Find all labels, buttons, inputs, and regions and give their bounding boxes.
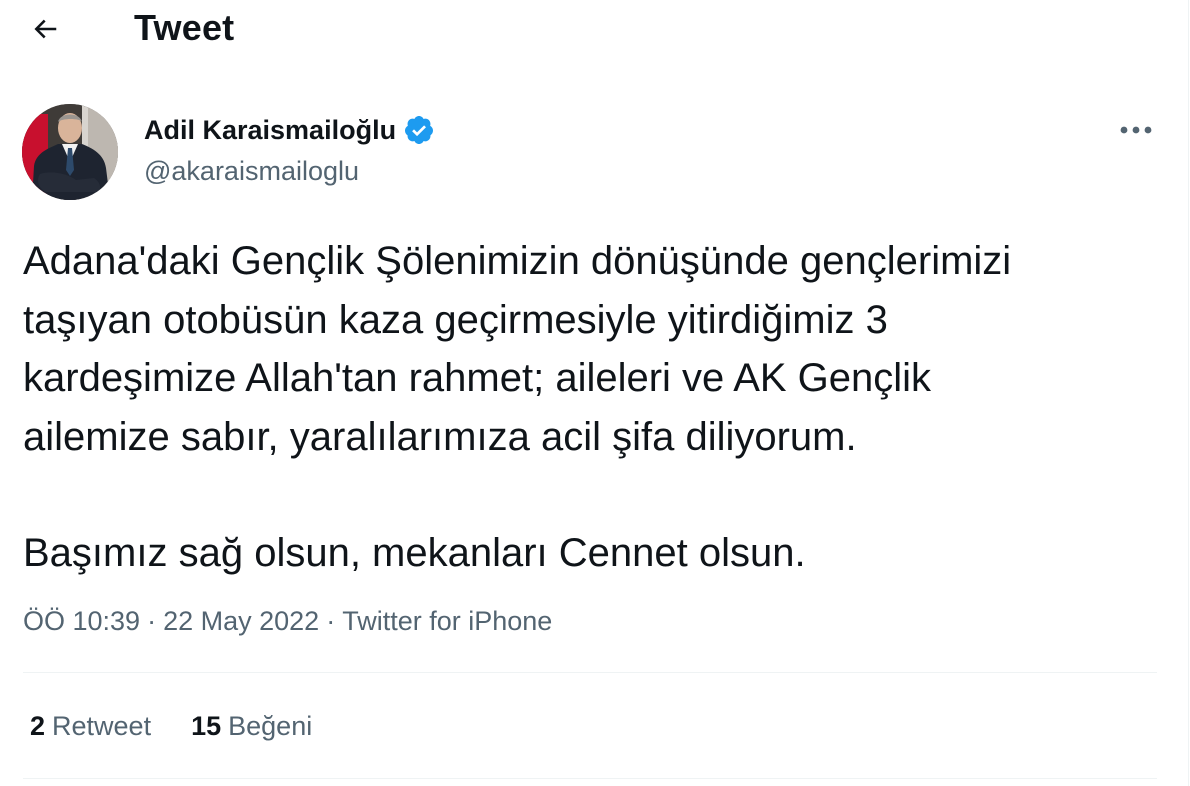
profile-photo — [22, 104, 118, 200]
retweets-count: 2 — [30, 711, 46, 741]
retweets-stat[interactable]: 2 Retweet — [30, 707, 151, 745]
author-name-row[interactable]: Adil Karaismailoğlu — [144, 112, 435, 148]
more-options-button[interactable] — [1114, 110, 1158, 150]
meta-separator: · — [147, 606, 157, 636]
tweet-meta: ÖÖ 10:39 · 22 May 2022 · Twitter for iPhone — [23, 602, 552, 640]
meta-separator: · — [326, 606, 336, 636]
tweet-time[interactable]: ÖÖ 10:39 — [23, 606, 140, 636]
avatar[interactable] — [22, 104, 118, 200]
verified-badge-icon — [403, 114, 435, 146]
arrow-left-icon — [34, 19, 57, 39]
likes-count: 15 — [191, 711, 222, 741]
tweet-stats: 2 Retweet 15 Beğeni — [30, 707, 312, 745]
tweet-text-line: taşıyan otobüsün kaza geçirmesiyle yitir… — [23, 297, 888, 342]
tweet-text-line: ailemize sabır, yaralılarımıza acil şifa… — [23, 414, 857, 459]
back-button[interactable] — [22, 6, 68, 52]
retweets-label: Retweet — [52, 711, 152, 741]
likes-stat[interactable]: 15 Beğeni — [191, 707, 312, 745]
tweet-text-line: Başımız sağ olsun, mekanları Cennet olsu… — [23, 531, 806, 575]
tweet-date[interactable]: 22 May 2022 — [163, 606, 319, 636]
tweet-source[interactable]: Twitter for iPhone — [342, 606, 552, 636]
author-handle[interactable]: @akaraismailoglu — [144, 154, 359, 188]
divider — [23, 778, 1157, 779]
page-header: Tweet — [0, 0, 1180, 58]
tweet-text-line: kardeşimize Allah'tan rahmet; aileleri v… — [23, 356, 932, 400]
page-title: Tweet — [134, 7, 235, 48]
divider — [23, 672, 1157, 673]
column-border — [1188, 0, 1189, 786]
author-name[interactable]: Adil Karaismailoğlu — [144, 112, 396, 148]
tweet-text: Adana'daki Gençlik Şölenimizin dönüşünde… — [23, 232, 1173, 583]
likes-label: Beğeni — [228, 711, 313, 741]
more-horizontal-icon — [1120, 126, 1152, 134]
tweet-text-line: Adana'daki Gençlik Şölenimizin dönüşünde… — [23, 239, 1012, 283]
